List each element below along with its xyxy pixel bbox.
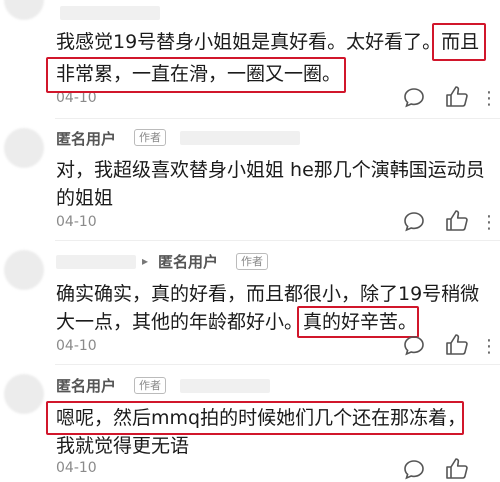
comment-text-line: 的姐姐 [56,187,114,209]
author-tag: 作者 [236,253,268,270]
blurred-info [180,379,270,393]
divider [55,240,500,241]
username[interactable]: 匿名用户 [56,375,116,396]
comment-bubble-icon[interactable] [402,86,426,110]
avatar[interactable] [4,128,44,168]
more-dots-icon[interactable]: ⋮ [480,88,498,109]
comment-date: 04-10 [56,338,97,354]
comment-text-line: 对，我超级喜欢替身小姐姐 he那几个演韩国运动员 [56,159,485,181]
username[interactable]: 匿名用户 [158,251,218,272]
username[interactable]: 匿名用户 [56,128,116,149]
thumbs-up-icon[interactable] [444,84,470,110]
comment-bubble-icon[interactable] [402,334,426,358]
thumbs-up-icon[interactable] [444,456,470,482]
comment-bubble-icon[interactable] [402,210,426,234]
divider [55,118,500,119]
comment-date: 04-10 [56,460,97,476]
divider [55,364,500,365]
comment-text-line: 我就觉得更无语 [56,435,190,457]
highlight-box [46,57,346,93]
blurred-info [180,131,300,145]
comment-text-line: 我感觉19号替身小姐姐是真好看。太好看了。而且 [56,31,480,53]
more-dots-icon[interactable]: ⋮ [480,212,498,233]
comment-date: 04-10 [56,214,97,230]
avatar[interactable] [4,0,44,20]
author-tag: 作者 [134,129,166,146]
author-tag: 作者 [134,377,166,394]
highlight-box [432,23,486,61]
avatar[interactable] [4,374,44,414]
more-dots-icon[interactable]: ⋮ [480,336,498,357]
thumbs-up-icon[interactable] [444,208,470,234]
thumbs-up-icon[interactable] [444,332,470,358]
highlight-box [46,401,464,435]
reply-arrow-icon: ▸ [142,254,149,268]
blurred-username [56,255,136,269]
highlight-box [297,306,419,338]
avatar[interactable] [4,250,44,290]
blurred-username [60,6,160,20]
comment-bubble-icon[interactable] [402,458,426,482]
comment-text-line: 确实确实，真的好看，而且都很小，除了19号稍微 [56,283,480,305]
